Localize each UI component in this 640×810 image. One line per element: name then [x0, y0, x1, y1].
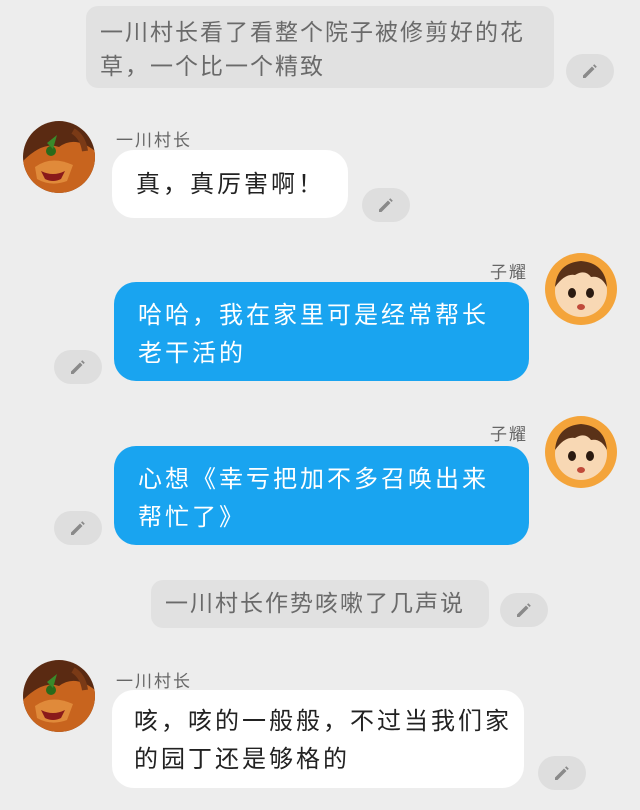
speaker-name: 一川村长 [116, 672, 192, 692]
village-chief-avatar[interactable] [23, 660, 95, 732]
message-bubble: 心想《幸亏把加不多召唤出来帮忙了》 [114, 446, 529, 545]
narration-text: 一川村长看了看整个院子被修剪好的花草，一个比一个精致 [100, 20, 525, 80]
pencil-icon [379, 198, 393, 212]
message-text: 真，真厉害啊！ [136, 170, 325, 198]
edit-button[interactable] [362, 188, 410, 222]
speaker-name: 子耀 [490, 263, 528, 283]
pencil-icon [583, 64, 597, 78]
pencil-icon [71, 521, 85, 535]
ziyao-avatar[interactable] [545, 416, 617, 488]
speaker-name: 子耀 [490, 425, 528, 445]
message-text: 哈哈，我在家里可是经常帮长老干活的 [138, 301, 489, 367]
message-bubble: 咳，咳的一般般，不过当我们家的园丁还是够格的 [112, 690, 524, 788]
edit-button[interactable] [54, 511, 102, 545]
chat-log: 一川村长看了看整个院子被修剪好的花草，一个比一个精致 一川村长 真，真厉害啊！ … [0, 0, 640, 810]
message-text: 咳，咳的一般般，不过当我们家的园丁还是够格的 [134, 707, 512, 773]
narration-text: 一川村长作势咳嗽了几声说 [165, 591, 465, 617]
edit-button[interactable] [566, 54, 614, 88]
narration-message: 一川村长看了看整个院子被修剪好的花草，一个比一个精致 [86, 6, 554, 88]
pencil-icon [555, 766, 569, 780]
pencil-icon [71, 360, 85, 374]
message-bubble: 哈哈，我在家里可是经常帮长老干活的 [114, 282, 529, 381]
message-bubble: 真，真厉害啊！ [112, 150, 348, 218]
edit-button[interactable] [500, 593, 548, 627]
village-chief-avatar[interactable] [23, 121, 95, 193]
edit-button[interactable] [54, 350, 102, 384]
narration-message: 一川村长作势咳嗽了几声说 [151, 580, 489, 628]
message-text: 心想《幸亏把加不多召唤出来帮忙了》 [138, 465, 489, 531]
speaker-name: 一川村长 [116, 131, 192, 151]
edit-button[interactable] [538, 756, 586, 790]
pencil-icon [517, 603, 531, 617]
ziyao-avatar[interactable] [545, 253, 617, 325]
